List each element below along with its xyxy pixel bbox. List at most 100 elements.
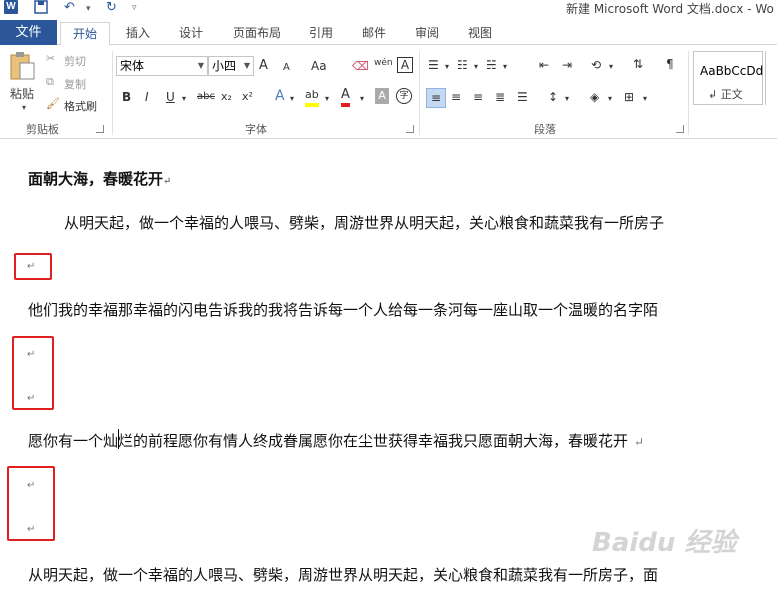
style-normal[interactable]: AaBbCcDd ↲ 正文 — [693, 51, 763, 105]
customize-toolbar-icon[interactable]: ▿ — [132, 3, 137, 19]
character-border-icon[interactable]: A — [397, 57, 413, 73]
align-center-icon[interactable]: ≡ — [451, 89, 461, 105]
shading-dropdown-icon[interactable]: ▾ — [608, 91, 612, 107]
clear-formatting-icon[interactable]: ⌫ — [352, 58, 369, 74]
multilevel-dropdown-icon[interactable]: ▾ — [503, 59, 507, 75]
numbering-icon[interactable]: ☷ — [457, 57, 468, 73]
baidu-watermark: Baidu 经验 — [592, 528, 737, 558]
copy-icon[interactable]: ⧉ — [46, 75, 54, 89]
undo-icon[interactable]: ↶ — [64, 0, 75, 16]
paragraph-mark: ↵ — [634, 435, 645, 449]
tab-design[interactable]: 设计 — [168, 22, 214, 45]
style-sample: AaBbCcDd — [700, 64, 764, 78]
increase-indent-icon[interactable]: ⇥ — [562, 57, 572, 73]
bold-icon[interactable]: B — [122, 89, 131, 105]
font-color-icon[interactable]: A — [341, 87, 350, 107]
word-logo-icon: W — [4, 0, 18, 14]
line-spacing-dropdown-icon[interactable]: ▾ — [565, 91, 569, 107]
chinese-layout-icon[interactable]: ⟲ — [591, 57, 601, 73]
justify-icon[interactable]: ≣ — [495, 89, 505, 105]
format-painter-icon[interactable]: 🖌 — [46, 97, 60, 110]
text-effects-dropdown-icon[interactable]: ▾ — [290, 91, 294, 107]
cut-button[interactable]: 剪切 — [64, 53, 86, 69]
font-name-select[interactable]: 宋体 ▼ — [116, 56, 208, 76]
copy-button[interactable]: 复制 — [64, 76, 86, 92]
highlight-box — [12, 336, 54, 410]
tab-mailings[interactable]: 邮件 — [351, 22, 397, 45]
highlight-dropdown-icon[interactable]: ▾ — [325, 91, 329, 107]
line-spacing-icon[interactable]: ↕ — [548, 89, 558, 105]
font-size-select[interactable]: 小四 ▼ — [208, 56, 254, 76]
group-divider — [419, 51, 420, 135]
shrink-font-icon[interactable]: A — [283, 60, 290, 76]
distributed-icon[interactable]: ☰ — [517, 89, 528, 105]
paragraph-3[interactable]: 愿你有一个灿烂的前程愿你有情人终成眷属愿你在尘世获得幸福我只愿面朝大海，春暖花开… — [28, 430, 644, 451]
borders-icon[interactable]: ⊞ — [624, 89, 634, 105]
chinese-layout-dropdown-icon[interactable]: ▾ — [609, 59, 613, 75]
redo-icon[interactable]: ↻ — [106, 0, 117, 16]
document-heading[interactable]: 面朝大海，春暖花开↵ — [28, 168, 171, 189]
grow-font-icon[interactable]: A — [259, 58, 268, 74]
group-divider — [112, 51, 113, 135]
document-title: 新建 Microsoft Word 文档.docx - Wo — [566, 2, 774, 16]
paragraph-mark: ↵ — [163, 176, 172, 187]
font-group-label: 字体 — [245, 123, 267, 136]
shading-icon[interactable]: ◈ — [590, 89, 599, 105]
font-color-dropdown-icon[interactable]: ▾ — [360, 91, 364, 107]
paste-button[interactable]: 粘贴 — [10, 85, 34, 102]
font-name-value: 宋体 — [120, 59, 145, 73]
highlight-box — [14, 253, 52, 280]
text-effects-icon[interactable]: A — [275, 88, 285, 104]
tab-file[interactable]: 文件 — [0, 20, 57, 45]
document-page[interactable]: 面朝大海，春暖花开↵ 从明天起，做一个幸福的人喂马、劈柴，周游世界从明天起，关心… — [0, 140, 777, 607]
subscript-icon[interactable]: x₂ — [221, 89, 232, 105]
tab-view[interactable]: 视图 — [457, 22, 503, 45]
borders-dropdown-icon[interactable]: ▾ — [643, 91, 647, 107]
sort-icon[interactable]: ⇅ — [633, 56, 643, 72]
enclose-characters-icon[interactable]: 字 — [396, 88, 412, 104]
style-next[interactable] — [765, 51, 777, 105]
style-name: ↲ 正文 — [708, 88, 743, 101]
paragraph-2[interactable]: 他们我的幸福那幸福的闪电告诉我的我将告诉每一个人给每一条河每一座山取一个温暖的名… — [28, 299, 658, 320]
align-left-icon[interactable]: ≡ — [426, 88, 446, 108]
superscript-icon[interactable]: x² — [242, 89, 253, 105]
underline-icon[interactable]: U — [166, 89, 175, 105]
bullets-dropdown-icon[interactable]: ▾ — [445, 59, 449, 75]
paragraph-4[interactable]: 从明天起，做一个幸福的人喂马、劈柴，周游世界从明天起，关心粮食和蔬菜我有一所房子… — [28, 564, 658, 585]
paste-dropdown-icon[interactable]: ▾ — [22, 103, 26, 112]
font-launcher-icon[interactable] — [406, 125, 414, 133]
character-shading-icon[interactable]: A — [375, 88, 389, 104]
paste-icon[interactable] — [8, 51, 36, 81]
chevron-down-icon: ▼ — [243, 61, 250, 70]
bullets-icon[interactable]: ☰ — [428, 57, 439, 73]
clipboard-group-label: 剪贴板 — [26, 123, 59, 136]
cut-icon[interactable]: ✂ — [46, 52, 55, 65]
decrease-indent-icon[interactable]: ⇤ — [539, 57, 549, 73]
paragraph-launcher-icon[interactable] — [676, 125, 684, 133]
phonetic-guide-icon[interactable]: wén — [374, 55, 393, 71]
text-cursor — [118, 429, 119, 449]
change-case-icon[interactable]: Aa — [311, 58, 327, 74]
tab-review[interactable]: 审阅 — [404, 22, 450, 45]
strikethrough-icon[interactable]: abc — [197, 89, 215, 105]
italic-icon[interactable]: I — [145, 89, 149, 105]
tab-insert[interactable]: 插入 — [115, 22, 161, 45]
tab-home[interactable]: 开始 — [60, 22, 110, 46]
group-divider — [688, 51, 689, 135]
clipboard-launcher-icon[interactable] — [96, 125, 104, 133]
highlight-box — [7, 466, 55, 541]
numbering-dropdown-icon[interactable]: ▾ — [474, 59, 478, 75]
show-marks-icon[interactable]: ¶ — [666, 56, 674, 72]
tab-layout[interactable]: 页面布局 — [222, 22, 292, 45]
multilevel-list-icon[interactable]: ☵ — [486, 57, 497, 73]
paragraph-1[interactable]: 从明天起，做一个幸福的人喂马、劈柴，周游世界从明天起，关心粮食和蔬菜我有一所房子 — [64, 212, 664, 233]
highlight-icon[interactable]: ab — [305, 87, 319, 107]
tab-references[interactable]: 引用 — [298, 22, 344, 45]
underline-dropdown-icon[interactable]: ▾ — [182, 91, 186, 107]
save-icon[interactable] — [34, 0, 48, 16]
ribbon: 粘贴 ▾ ✂ 剪切 ⧉ 复制 🖌 格式刷 剪贴板 宋体 ▼ 小四 ▼ A A A… — [0, 45, 777, 139]
title-bar: W ↶ ▾ ↻ ▿ 新建 Microsoft Word 文档.docx - Wo — [0, 0, 777, 18]
format-painter-button[interactable]: 格式刷 — [64, 98, 97, 114]
align-right-icon[interactable]: ≡ — [473, 89, 483, 105]
paragraph-group-label: 段落 — [534, 123, 556, 136]
